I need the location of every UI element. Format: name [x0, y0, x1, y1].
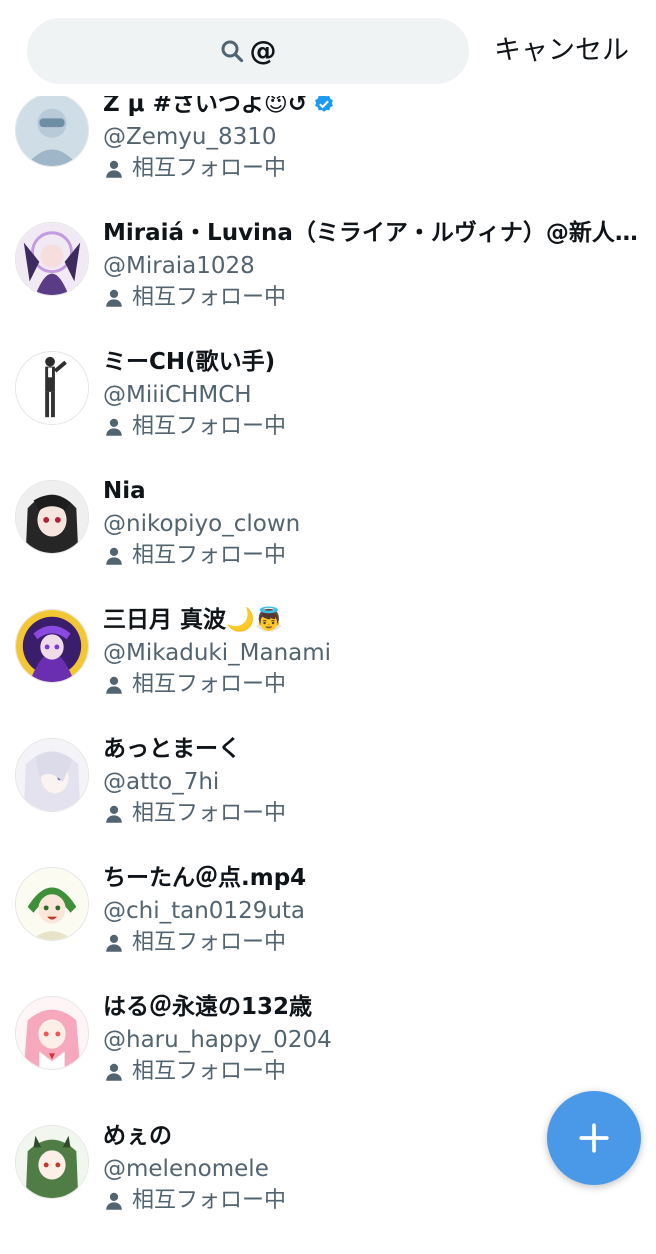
- avatar[interactable]: [15, 1125, 89, 1199]
- avatar[interactable]: [15, 996, 89, 1070]
- person-icon: [106, 160, 122, 178]
- search-input[interactable]: @: [250, 36, 277, 67]
- person-icon: [106, 1192, 122, 1210]
- user-name: ちーたん＠点.mp4: [103, 865, 307, 891]
- list-item[interactable]: Z μ #さいつよ😈↺ @Zemyu_8310 相互フォロー中: [0, 91, 656, 222]
- mutual-follow-status: 相互フォロー中: [103, 1185, 286, 1217]
- avatar[interactable]: [15, 351, 89, 425]
- plus-icon: [579, 1123, 609, 1153]
- mutual-follow-label: 相互フォロー中: [132, 930, 287, 955]
- user-name: あっとまーく: [103, 736, 241, 762]
- cancel-button[interactable]: キャンセル: [494, 28, 629, 74]
- search-icon: [221, 40, 243, 63]
- list-item[interactable]: ミーCH(歌い手) @MiiiCHMCH 相互フォロー中: [0, 349, 656, 480]
- mutual-follow-status: 相互フォロー中: [103, 540, 286, 572]
- user-handle: @Miraia1028: [103, 253, 255, 279]
- user-name: 三日月 真波🌙👼: [103, 607, 284, 633]
- mutual-follow-label: 相互フォロー中: [132, 285, 287, 310]
- user-handle: @Zemyu_8310: [103, 124, 277, 150]
- user-handle: @atto_7hi: [103, 769, 220, 795]
- person-icon: [106, 934, 122, 952]
- person-icon: [106, 418, 122, 436]
- mutual-follow-status: 相互フォロー中: [103, 1056, 286, 1088]
- mutual-follow-label: 相互フォロー中: [132, 414, 287, 439]
- mutual-follow-status: 相互フォロー中: [103, 153, 286, 185]
- person-icon: [106, 1063, 122, 1081]
- avatar[interactable]: [15, 480, 89, 554]
- user-name: Nia: [103, 478, 146, 504]
- avatar[interactable]: [15, 867, 89, 941]
- avatar[interactable]: [15, 609, 89, 683]
- user-handle: @MiiiCHMCH: [103, 382, 252, 408]
- mutual-follow-label: 相互フォロー中: [132, 543, 287, 568]
- mutual-follow-label: 相互フォロー中: [132, 801, 287, 826]
- user-name: ミーCH(歌い手): [103, 349, 276, 375]
- avatar[interactable]: [15, 93, 89, 167]
- person-icon: [106, 676, 122, 694]
- list-item[interactable]: あっとまーく @atto_7hi 相互フォロー中: [0, 736, 656, 867]
- compose-button[interactable]: [547, 1091, 641, 1185]
- user-handle: @chi_tan0129uta: [103, 898, 306, 924]
- verified-badge-icon: [315, 94, 333, 112]
- mutual-follow-status: 相互フォロー中: [103, 282, 286, 314]
- user-handle: @melenomele: [103, 1156, 269, 1182]
- avatar[interactable]: [15, 738, 89, 812]
- mutual-follow-label: 相互フォロー中: [132, 156, 287, 181]
- user-handle: @haru_happy_0204: [103, 1027, 332, 1053]
- list-item[interactable]: ちーたん＠点.mp4 @chi_tan0129uta 相互フォロー中: [0, 865, 656, 996]
- mutual-follow-status: 相互フォロー中: [103, 798, 286, 830]
- list-item[interactable]: はる＠永遠の132歳 @haru_happy_0204 相互フォロー中: [0, 994, 656, 1125]
- mutual-follow-label: 相互フォロー中: [132, 1188, 287, 1213]
- list-item[interactable]: Nia @nikopiyo_clown 相互フォロー中: [0, 478, 656, 609]
- mutual-follow-label: 相互フォロー中: [132, 1059, 287, 1084]
- list-item[interactable]: Miraiá・Luvina（ミライア・ルヴィナ）@新人… @Miraia1028…: [0, 220, 656, 351]
- search-header: @ キャンセル: [0, 0, 656, 96]
- user-name: Miraiá・Luvina（ミライア・ルヴィナ）@新人…: [103, 220, 638, 246]
- list-item[interactable]: 三日月 真波🌙👼 @Mikaduki_Manami 相互フォロー中: [0, 607, 656, 738]
- mutual-follow-status: 相互フォロー中: [103, 669, 286, 701]
- user-list: Z μ #さいつよ😈↺ @Zemyu_8310 相互フォロー中 Miraiá・L…: [0, 0, 656, 1213]
- person-icon: [106, 289, 122, 307]
- mutual-follow-label: 相互フォロー中: [132, 672, 287, 697]
- mutual-follow-status: 相互フォロー中: [103, 927, 286, 959]
- user-handle: @nikopiyo_clown: [103, 511, 301, 537]
- user-handle: @Mikaduki_Manami: [103, 640, 332, 666]
- person-icon: [106, 805, 122, 823]
- user-name: はる＠永遠の132歳: [103, 994, 313, 1020]
- avatar[interactable]: [15, 222, 89, 296]
- person-icon: [106, 547, 122, 565]
- mutual-follow-status: 相互フォロー中: [103, 411, 286, 443]
- search-bar[interactable]: @: [27, 18, 469, 84]
